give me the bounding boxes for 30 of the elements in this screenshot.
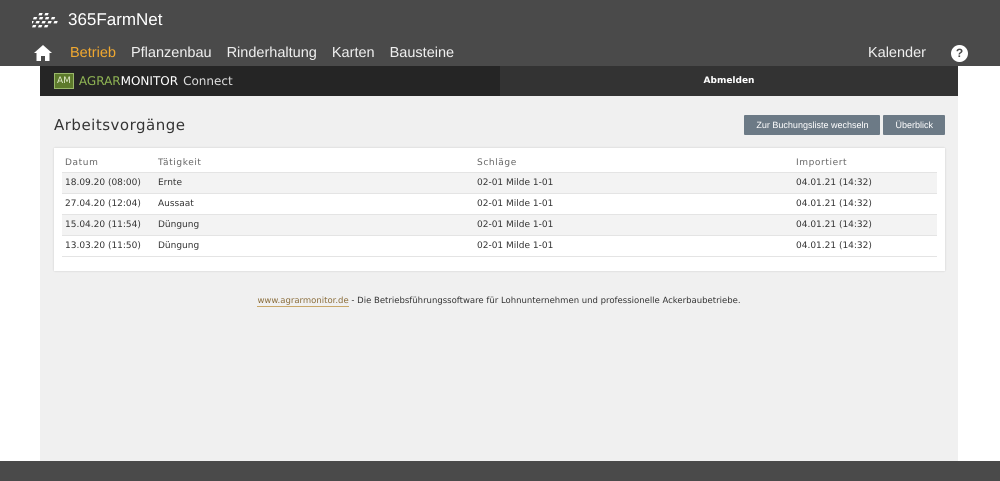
home-icon[interactable] bbox=[34, 45, 52, 61]
brand-name: AGRARMONITOR bbox=[78, 74, 178, 88]
footer-note: www.agrarmonitor.de - Die Betriebsführungssoftware für Lohnunternehmen und professionelle Ackerbaubetriebe. bbox=[256, 296, 742, 306]
table-cell: 13.03.20 (11:50) bbox=[62, 236, 155, 256]
action-button[interactable]: Zur Buchungsliste wechseln bbox=[744, 115, 880, 135]
nav-tab[interactable]: Bausteine bbox=[390, 45, 454, 61]
table-cell: 15.04.20 (11:54) bbox=[62, 214, 155, 236]
help-button[interactable]: ? bbox=[951, 44, 968, 62]
table-cell: 18.09.20 (08:00) bbox=[62, 172, 155, 194]
table-cell: Düngung bbox=[155, 214, 474, 236]
logo-text: 365FarmNet bbox=[68, 10, 162, 30]
table-cell: 02-01 Milde 1-01 bbox=[474, 172, 793, 194]
logout-link[interactable]: Abmelden bbox=[704, 76, 754, 86]
table-cell: Düngung bbox=[155, 236, 474, 256]
table-cell: 04.01.21 (14:32) bbox=[793, 236, 937, 256]
nav-tab[interactable]: Rinderhaltung bbox=[226, 45, 317, 61]
table-cell: Ernte bbox=[155, 172, 474, 194]
website-link[interactable]: www.agrarmonitor.de bbox=[257, 296, 349, 307]
nav-tab[interactable]: Karten bbox=[332, 45, 375, 61]
action-button[interactable]: Überblick bbox=[883, 115, 945, 135]
page-title: Arbeitsvorgänge bbox=[54, 116, 186, 134]
table-cell: 02-01 Milde 1-01 bbox=[474, 236, 793, 256]
table-cell: 02-01 Milde 1-01 bbox=[474, 214, 793, 236]
calendar-link[interactable]: Kalender bbox=[868, 45, 926, 61]
table-cell: 04.01.21 (14:32) bbox=[793, 172, 937, 194]
nav-tab[interactable]: Betrieb bbox=[70, 45, 116, 61]
nav-tab[interactable]: Pflanzenbau bbox=[130, 45, 212, 61]
brand-suffix: Connect bbox=[183, 74, 233, 88]
logo-mark: AM bbox=[54, 73, 74, 89]
table-cell: 04.01.21 (14:32) bbox=[793, 214, 937, 236]
